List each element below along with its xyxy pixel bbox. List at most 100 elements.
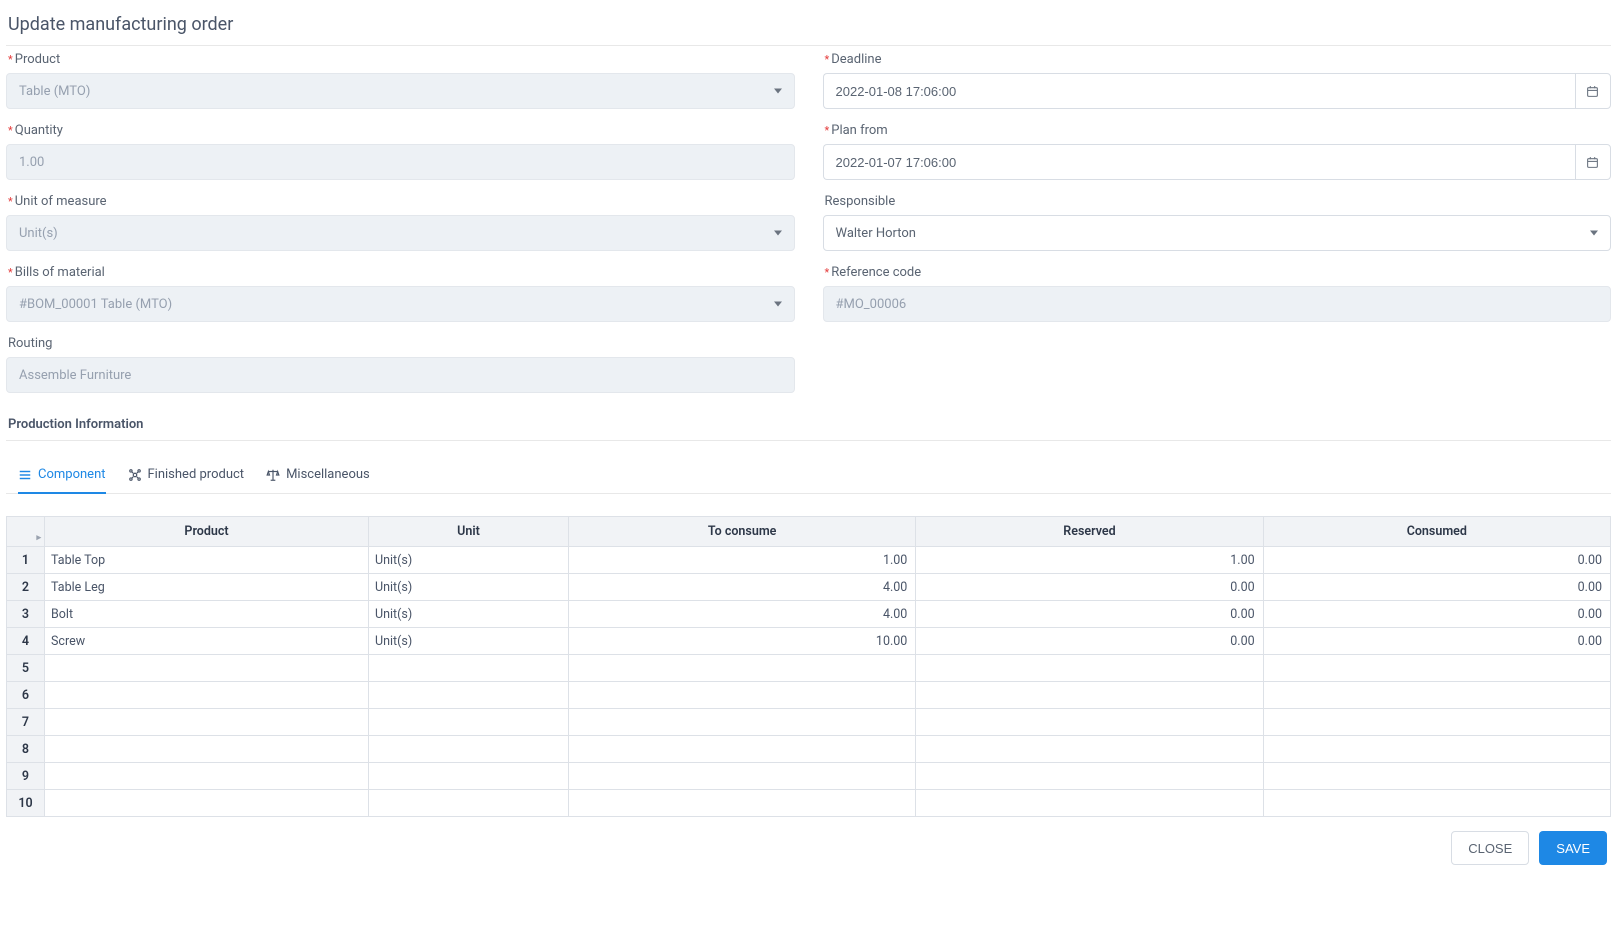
cell-product[interactable] — [45, 682, 369, 709]
rownum-cell[interactable]: 2 — [7, 574, 45, 601]
col-product-header[interactable]: Product — [45, 517, 369, 547]
cell-product[interactable] — [45, 763, 369, 790]
cell-to_consume[interactable]: 4.00 — [569, 574, 916, 601]
close-button[interactable]: CLOSE — [1451, 831, 1529, 865]
chevron-down-icon — [774, 231, 782, 236]
table-row[interactable]: 6 — [7, 682, 1611, 709]
responsible-select[interactable]: Walter Horton — [823, 215, 1612, 251]
cell-unit[interactable] — [369, 682, 569, 709]
product-label: *Product — [6, 52, 795, 67]
col-unit-header[interactable]: Unit — [369, 517, 569, 547]
rownum-header[interactable]: ▸ — [7, 517, 45, 547]
rownum-cell[interactable]: 3 — [7, 601, 45, 628]
cell-unit[interactable]: Unit(s) — [369, 547, 569, 574]
cell-reserved[interactable]: 0.00 — [916, 628, 1263, 655]
cell-product[interactable] — [45, 655, 369, 682]
refcode-input: #MO_00006 — [823, 286, 1612, 322]
cell-consumed[interactable] — [1263, 655, 1610, 682]
refcode-label: *Reference code — [823, 265, 1612, 280]
cell-to_consume[interactable] — [569, 736, 916, 763]
cell-to_consume[interactable]: 10.00 — [569, 628, 916, 655]
table-row[interactable]: 2Table LegUnit(s)4.000.000.00 — [7, 574, 1611, 601]
rownum-cell[interactable]: 9 — [7, 763, 45, 790]
cell-reserved[interactable] — [916, 790, 1263, 817]
routing-label: Routing — [6, 336, 795, 351]
cell-unit[interactable] — [369, 655, 569, 682]
cell-product[interactable] — [45, 709, 369, 736]
cell-to_consume[interactable] — [569, 655, 916, 682]
rownum-cell[interactable]: 5 — [7, 655, 45, 682]
cell-consumed[interactable]: 0.00 — [1263, 547, 1610, 574]
rownum-cell[interactable]: 6 — [7, 682, 45, 709]
cell-consumed[interactable] — [1263, 763, 1610, 790]
table-row[interactable]: 4ScrewUnit(s)10.000.000.00 — [7, 628, 1611, 655]
cell-consumed[interactable]: 0.00 — [1263, 574, 1610, 601]
cell-unit[interactable]: Unit(s) — [369, 574, 569, 601]
cell-reserved[interactable]: 0.00 — [916, 601, 1263, 628]
list-icon — [18, 468, 32, 482]
table-row[interactable]: 10 — [7, 790, 1611, 817]
tab-component[interactable]: Component — [18, 459, 106, 494]
cell-consumed[interactable]: 0.00 — [1263, 628, 1610, 655]
cell-reserved[interactable] — [916, 763, 1263, 790]
cell-to_consume[interactable]: 4.00 — [569, 601, 916, 628]
cell-reserved[interactable]: 0.00 — [916, 574, 1263, 601]
tab-label: Finished product — [148, 467, 245, 482]
footer-actions: CLOSE SAVE — [6, 817, 1611, 871]
calendar-button[interactable] — [1575, 73, 1611, 109]
component-grid-wrap: ▸ Product Unit To consume Reserved Consu… — [6, 516, 1611, 817]
rownum-cell[interactable]: 8 — [7, 736, 45, 763]
calendar-button[interactable] — [1575, 144, 1611, 180]
cell-reserved[interactable] — [916, 655, 1263, 682]
cell-unit[interactable]: Unit(s) — [369, 628, 569, 655]
cell-unit[interactable] — [369, 763, 569, 790]
cell-reserved[interactable] — [916, 709, 1263, 736]
deadline-label: *Deadline — [823, 52, 1612, 67]
cell-to_consume[interactable] — [569, 709, 916, 736]
table-row[interactable]: 3BoltUnit(s)4.000.000.00 — [7, 601, 1611, 628]
cell-unit[interactable] — [369, 709, 569, 736]
tab-finished[interactable]: Finished product — [128, 459, 245, 494]
table-row[interactable]: 7 — [7, 709, 1611, 736]
rownum-cell[interactable]: 7 — [7, 709, 45, 736]
cell-product[interactable]: Table Top — [45, 547, 369, 574]
col-reserved-header[interactable]: Reserved — [916, 517, 1263, 547]
product-icon — [128, 468, 142, 482]
cell-consumed[interactable] — [1263, 709, 1610, 736]
cell-unit[interactable] — [369, 736, 569, 763]
cell-product[interactable]: Table Leg — [45, 574, 369, 601]
col-toconsume-header[interactable]: To consume — [569, 517, 916, 547]
save-button[interactable]: SAVE — [1539, 831, 1607, 865]
deadline-input[interactable] — [823, 73, 1575, 109]
cell-unit[interactable]: Unit(s) — [369, 601, 569, 628]
cell-to_consume[interactable] — [569, 682, 916, 709]
rownum-cell[interactable]: 4 — [7, 628, 45, 655]
cell-reserved[interactable]: 1.00 — [916, 547, 1263, 574]
cell-product[interactable]: Screw — [45, 628, 369, 655]
calendar-icon — [1586, 85, 1599, 98]
table-row[interactable]: 1Table TopUnit(s)1.001.000.00 — [7, 547, 1611, 574]
cell-product[interactable]: Bolt — [45, 601, 369, 628]
cell-to_consume[interactable] — [569, 790, 916, 817]
tab-misc[interactable]: Miscellaneous — [266, 459, 370, 494]
cell-to_consume[interactable]: 1.00 — [569, 547, 916, 574]
table-row[interactable]: 5 — [7, 655, 1611, 682]
planfrom-input[interactable] — [823, 144, 1575, 180]
table-row[interactable]: 8 — [7, 736, 1611, 763]
cell-reserved[interactable] — [916, 736, 1263, 763]
col-consumed-header[interactable]: Consumed — [1263, 517, 1610, 547]
cell-product[interactable] — [45, 790, 369, 817]
tab-label: Component — [38, 467, 106, 482]
cell-consumed[interactable] — [1263, 682, 1610, 709]
cell-consumed[interactable] — [1263, 736, 1610, 763]
cell-to_consume[interactable] — [569, 763, 916, 790]
cell-product[interactable] — [45, 736, 369, 763]
table-row[interactable]: 9 — [7, 763, 1611, 790]
cell-consumed[interactable]: 0.00 — [1263, 601, 1610, 628]
chevron-down-icon — [774, 302, 782, 307]
rownum-cell[interactable]: 1 — [7, 547, 45, 574]
rownum-cell[interactable]: 10 — [7, 790, 45, 817]
cell-reserved[interactable] — [916, 682, 1263, 709]
cell-unit[interactable] — [369, 790, 569, 817]
cell-consumed[interactable] — [1263, 790, 1610, 817]
